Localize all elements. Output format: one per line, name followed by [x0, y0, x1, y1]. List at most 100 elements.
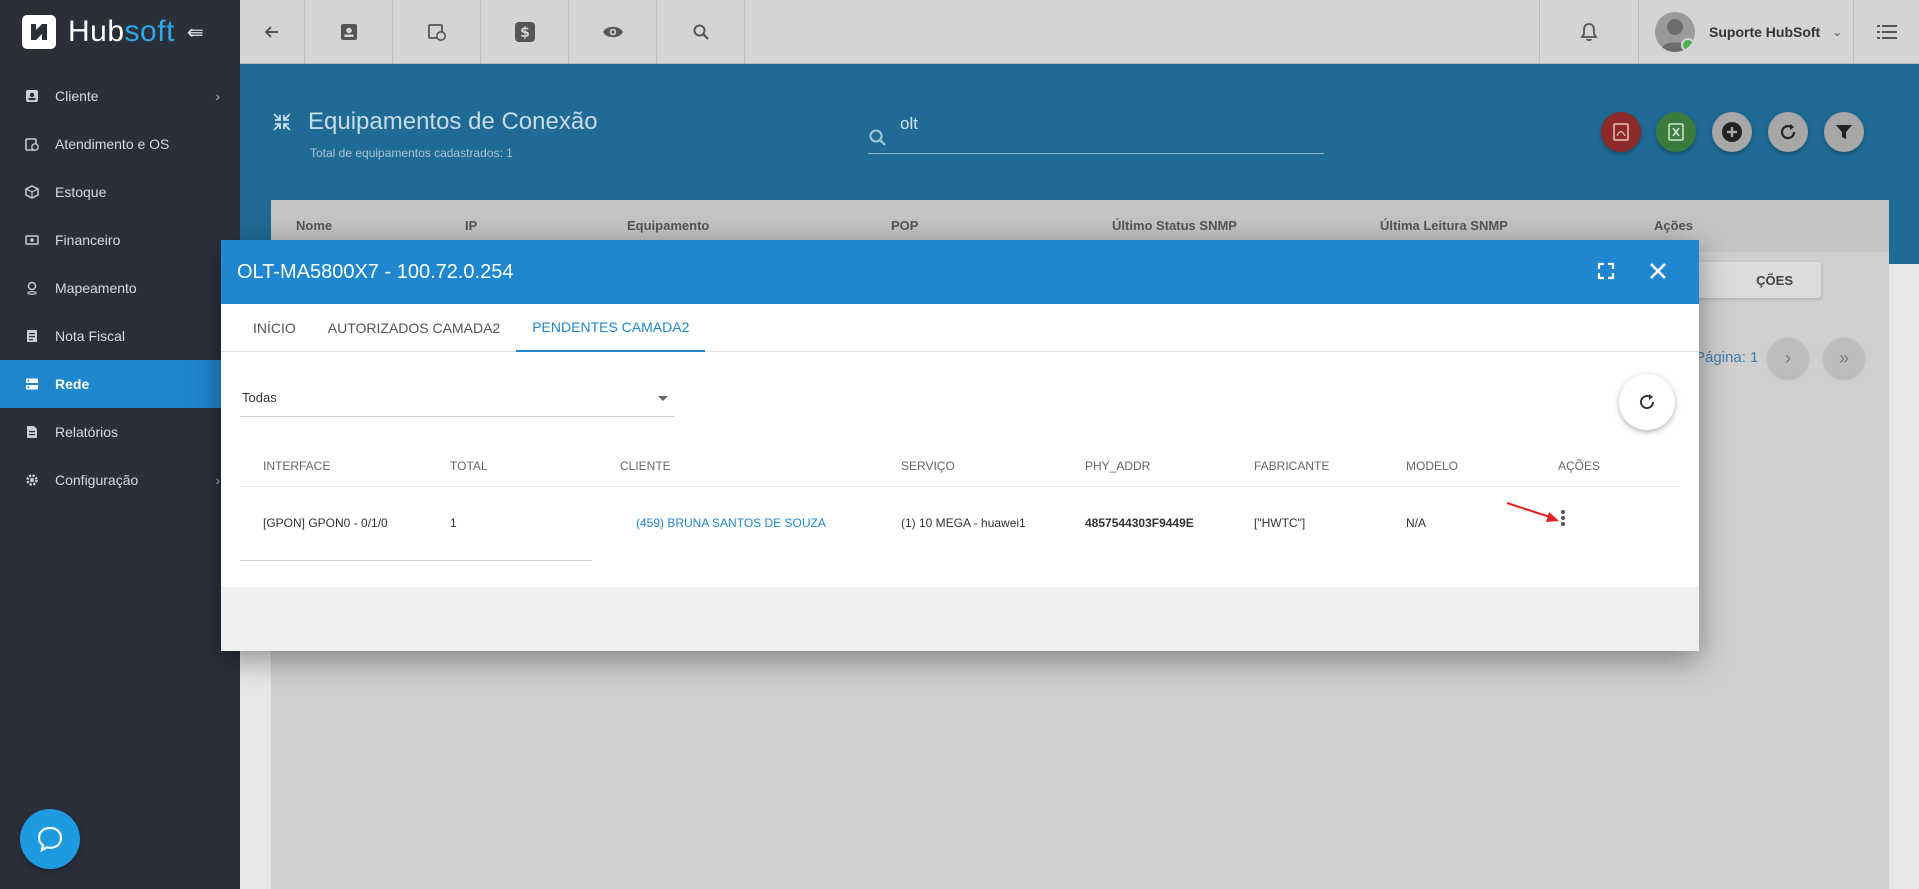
pdf-icon — [1613, 123, 1629, 141]
next-page-button[interactable]: › — [1768, 338, 1808, 378]
sidebar-item-label: Cliente — [55, 88, 99, 104]
sidebar-item-label: Financeiro — [55, 232, 121, 248]
contact-card-icon — [340, 24, 357, 40]
search-input[interactable]: olt — [868, 108, 1324, 154]
col-ip[interactable]: IP — [465, 218, 477, 233]
dropdown-caret-icon — [658, 396, 668, 401]
client-link[interactable]: (459) BRUNA SANTOS DE SOUZA — [636, 516, 826, 530]
view-shortcut-button[interactable] — [569, 0, 657, 64]
filter-button[interactable] — [1824, 112, 1864, 152]
chevron-right-icon: › — [215, 472, 220, 488]
col-cliente: CLIENTE — [620, 459, 671, 473]
refresh-button[interactable] — [1768, 112, 1808, 152]
olt-dialog: OLT-MA5800X7 - 100.72.0.254 INÍCIO AUTOR… — [221, 240, 1699, 651]
user-name: Suporte HubSoft — [1709, 24, 1821, 40]
plus-circle-icon — [1722, 122, 1742, 142]
export-pdf-button[interactable] — [1601, 112, 1641, 152]
col-equipamento[interactable]: Equipamento — [627, 218, 709, 233]
sidebar-item-label: Rede — [55, 376, 90, 392]
server-icon — [24, 376, 40, 392]
row-actions-button[interactable]: ÇÕES — [1681, 262, 1821, 298]
logo[interactable]: Hubsoft ⇚ — [0, 0, 240, 64]
back-button[interactable] — [240, 0, 305, 64]
col-fabricante: FABRICANTE — [1254, 459, 1330, 473]
clients-shortcut-button[interactable] — [305, 0, 393, 64]
invoice-icon — [24, 328, 40, 344]
refresh-icon — [1640, 394, 1655, 410]
refresh-icon — [1780, 124, 1796, 140]
col-nome[interactable]: Nome — [296, 218, 332, 233]
col-ultimo-status-snmp[interactable]: Último Status SNMP — [1112, 218, 1237, 233]
chat-button[interactable] — [20, 809, 80, 869]
chat-icon — [37, 826, 63, 853]
arrow-left-icon — [264, 26, 278, 38]
double-chevron-right-icon: » — [1838, 347, 1849, 368]
sidebar-item-label: Nota Fiscal — [55, 328, 126, 344]
box-icon — [24, 184, 40, 200]
cell-total: 1 — [450, 516, 457, 530]
col-ultima-leitura-snmp[interactable]: Última Leitura SNMP — [1380, 218, 1508, 233]
top-bar-spacer — [745, 0, 1539, 63]
list-menu-icon — [1876, 25, 1897, 39]
table-row: [GPON] GPON0 - 0/1/0 1 (459) BRUNA SANTO… — [240, 487, 1680, 559]
map-pin-icon — [24, 280, 40, 296]
sidebar-item-cliente[interactable]: Cliente › — [0, 72, 240, 120]
top-bar: $ Suporte HubSoft ⌄ — [240, 0, 1919, 64]
sidebar-item-rede[interactable]: Rede — [0, 360, 240, 408]
dialog-title: OLT-MA5800X7 - 100.72.0.254 — [237, 260, 514, 283]
col-servico: SERVIÇO — [901, 459, 955, 473]
search-shortcut-button[interactable] — [657, 0, 745, 64]
chevron-down-icon: ⌄ — [1832, 25, 1843, 39]
finance-shortcut-button[interactable]: $ — [481, 0, 569, 64]
avatar — [1655, 12, 1695, 52]
page-title: Equipamentos de Conexão — [308, 108, 598, 135]
row-divider — [240, 560, 592, 561]
sidebar-item-financeiro[interactable]: Financeiro — [0, 216, 240, 264]
close-dialog-button[interactable] — [1647, 260, 1669, 287]
main-menu-button[interactable] — [1854, 0, 1919, 64]
cell-phy-addr: 4857544303F9449E — [1085, 516, 1194, 530]
contact-card-icon — [24, 88, 40, 104]
money-icon — [24, 232, 40, 248]
sidebar-item-label: Estoque — [55, 184, 107, 200]
page-subtitle: Total de equipamentos cadastrados: 1 — [310, 146, 513, 160]
export-excel-button[interactable] — [1656, 112, 1696, 152]
search-value: olt — [900, 114, 918, 133]
collapse-menu-icon[interactable]: ⇚ — [187, 20, 204, 45]
sidebar-item-estoque[interactable]: Estoque — [0, 168, 240, 216]
sidebar-item-mapeamento[interactable]: Mapeamento — [0, 264, 240, 312]
eye-icon — [602, 26, 623, 38]
svg-text:$: $ — [520, 25, 530, 41]
sidebar-item-label: Mapeamento — [55, 280, 137, 296]
online-status-indicator — [1681, 38, 1695, 52]
clipboard-clock-icon — [24, 136, 40, 152]
col-pop[interactable]: POP — [891, 218, 918, 233]
col-acoes: Ações — [1654, 218, 1694, 233]
sidebar-item-atendimento[interactable]: Atendimento e OS — [0, 120, 240, 168]
col-interface: INTERFACE — [263, 459, 331, 473]
sidebar-item-label: Atendimento e OS — [55, 136, 170, 152]
schedule-shortcut-button[interactable] — [393, 0, 481, 64]
col-modelo: MODELO — [1406, 459, 1459, 473]
interface-filter-select[interactable]: Todas — [240, 384, 674, 417]
row-actions-kebab-button[interactable] — [1560, 509, 1566, 530]
report-icon — [24, 424, 40, 440]
tab-pendentes-camada2[interactable]: PENDENTES CAMADA2 — [516, 304, 706, 352]
search-icon — [869, 129, 886, 146]
filter-icon — [1836, 125, 1852, 139]
notifications-button[interactable] — [1539, 0, 1639, 64]
fullscreen-button[interactable] — [1597, 262, 1615, 285]
add-button[interactable] — [1712, 112, 1752, 152]
pending-table-header: INTERFACE TOTAL CLIENTE SERVIÇO PHY_ADDR… — [240, 441, 1680, 487]
sidebar-item-nota-fiscal[interactable]: Nota Fiscal — [0, 312, 240, 360]
last-page-button[interactable]: » — [1824, 338, 1864, 378]
bell-icon — [1580, 23, 1598, 42]
tab-inicio[interactable]: INÍCIO — [237, 304, 312, 352]
refresh-pending-button[interactable] — [1619, 374, 1675, 430]
user-menu[interactable]: Suporte HubSoft ⌄ — [1639, 0, 1854, 64]
tab-autorizados-camada2[interactable]: AUTORIZADOS CAMADA2 — [312, 304, 516, 352]
sidebar-item-relatorios[interactable]: Relatórios — [0, 408, 240, 456]
gear-icon — [24, 472, 40, 488]
sidebar-item-configuracao[interactable]: Configuração › — [0, 456, 240, 504]
sidebar-nav: Cliente › Atendimento e OS Estoque Finan… — [0, 72, 240, 504]
